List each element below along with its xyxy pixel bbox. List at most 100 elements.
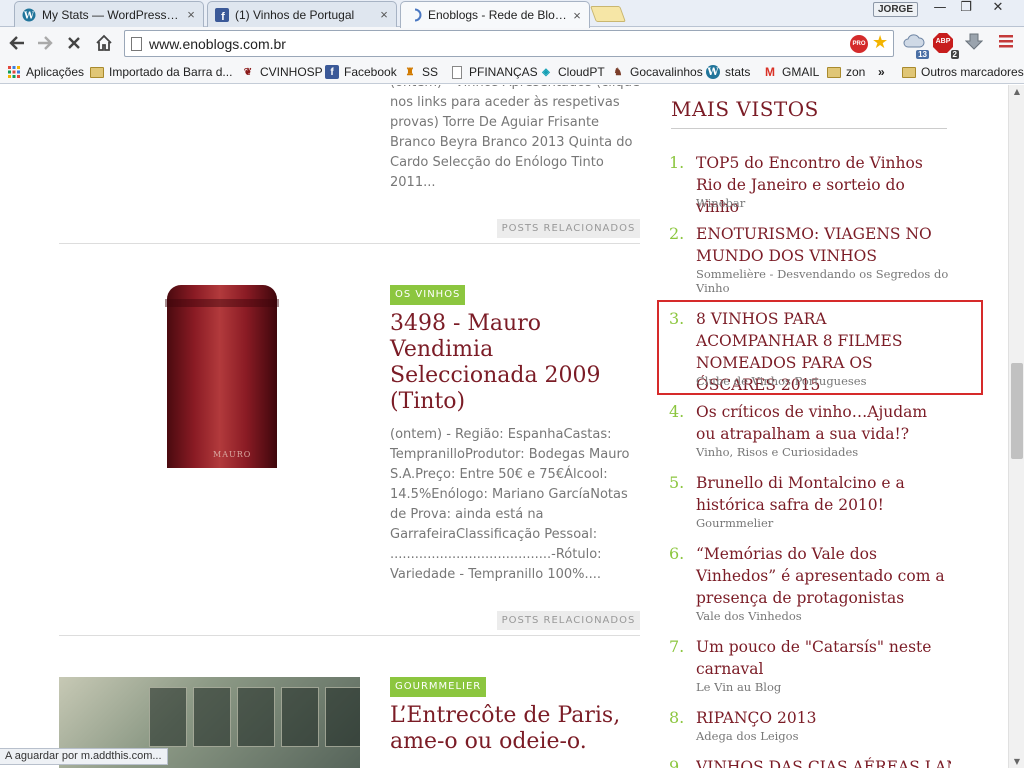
facebook-icon: f — [325, 65, 339, 79]
related-posts-button[interactable]: POSTS RELACIONADOS — [497, 219, 640, 238]
highlight-box — [657, 300, 983, 395]
item-title-link[interactable]: RIPANÇO 2013 — [696, 707, 951, 729]
cloud-icon — [903, 34, 925, 48]
item-title-link[interactable]: “Memórias do Vale dos Vinhedos” é aprese… — [696, 543, 951, 609]
bookmarks-bar: Aplicações Importado da Barra d... ❦ CVI… — [0, 60, 1024, 84]
profile-button[interactable]: JORGE — [873, 2, 918, 17]
gmail-icon: M — [765, 65, 775, 79]
post-title-link[interactable]: 3498 - Mauro Vendimia Seleccionada 2009 … — [390, 311, 640, 415]
home-icon — [96, 34, 112, 51]
stop-button[interactable] — [62, 32, 86, 54]
item-blog-name[interactable]: Sommelière - Desvendando os Segredos do … — [696, 267, 951, 295]
address-bar[interactable]: www.enoblogs.com.br PRO ★ — [124, 30, 894, 57]
bookmark-gocavalinhos[interactable]: ♞ Gocavalinhos — [611, 63, 703, 81]
item-number: 2. — [669, 224, 685, 243]
menu-bars-icon — [999, 35, 1013, 48]
bookmark-label: Facebook — [344, 65, 397, 79]
back-button[interactable] — [5, 32, 29, 54]
wordpress-icon: W — [706, 65, 720, 79]
bookmark-importado[interactable]: Importado da Barra d... — [90, 63, 232, 81]
page-scrollbar[interactable]: ▲ ▼ — [1008, 85, 1024, 768]
scrollbar-thumb[interactable] — [1011, 363, 1023, 459]
post-divider — [59, 243, 640, 244]
post-category-badge[interactable]: GOURMMELIER — [390, 677, 487, 697]
bookmark-stats[interactable]: W stats — [706, 63, 750, 81]
post-title-link[interactable]: L’Entrecôte de Paris, ame-o ou odeie-o. — [390, 703, 640, 755]
page-icon — [131, 37, 142, 51]
item-blog-name[interactable]: Winebar — [696, 196, 951, 210]
new-tab-button[interactable] — [590, 6, 626, 22]
minimize-button[interactable]: — — [927, 0, 953, 18]
bookmark-label: CVINHOSP — [260, 65, 323, 79]
bookmark-cvinhosp[interactable]: ❦ CVINHOSP — [241, 63, 323, 81]
cloudpt-icon: ◈ — [542, 66, 550, 78]
item-title-link[interactable]: Os críticos de vinho…Ajudam ou atrapalha… — [696, 401, 951, 445]
bookmark-facebook[interactable]: f Facebook — [325, 63, 397, 81]
folder-icon — [827, 65, 841, 79]
tab-label: (1) Vinhos de Portugal — [235, 7, 355, 22]
bookmark-pfinancas[interactable]: PFINANÇAS — [450, 63, 538, 81]
pro-extension-icon[interactable]: PRO — [850, 35, 868, 53]
folder-icon — [902, 65, 916, 79]
restore-button[interactable]: ❐ — [953, 0, 979, 18]
status-bubble: A aguardar por m.addthis.com... — [0, 748, 168, 765]
bookmark-star-icon[interactable]: ★ — [872, 32, 888, 53]
most-viewed-rule — [671, 128, 947, 129]
back-arrow-icon — [9, 36, 24, 50]
tab-close-icon[interactable]: × — [185, 7, 197, 22]
weather-badge: 13 — [916, 50, 929, 59]
item-title-link[interactable]: VINHOS DAS CIAS AÉREAS LAN — [696, 756, 951, 768]
forward-arrow-icon — [38, 36, 53, 50]
gocavalinhos-icon: ♞ — [613, 66, 623, 78]
bookmark-gmail[interactable]: M GMAIL — [763, 63, 819, 81]
bookmark-apps[interactable]: Aplicações — [7, 63, 84, 81]
scroll-down-icon[interactable]: ▼ — [1009, 757, 1024, 766]
weather-extension-button[interactable]: 13 — [903, 33, 929, 59]
home-button[interactable] — [92, 32, 116, 54]
bookmark-label: GMAIL — [782, 65, 820, 79]
bookmark-other[interactable]: Outros marcadores — [902, 63, 1024, 81]
bookmark-label: Outros marcadores — [921, 65, 1024, 79]
item-number: 4. — [669, 402, 685, 421]
window-close-button[interactable]: ✕ — [982, 0, 1014, 18]
bookmark-ss[interactable]: ♜ SS — [403, 63, 439, 81]
scroll-up-icon[interactable]: ▲ — [1009, 87, 1024, 96]
tab-enoblogs[interactable]: Enoblogs - Rede de Blogs Un × — [400, 1, 590, 28]
item-title-link[interactable]: ENOTURISMO: VIAGENS NO MUNDO DOS VINHOS — [696, 223, 951, 267]
bookmark-label: Gocavalinhos — [630, 65, 703, 79]
address-url: www.enoblogs.com.br — [149, 36, 286, 52]
page-icon — [450, 65, 464, 79]
item-number: 8. — [669, 708, 685, 727]
adblock-label: ABP — [935, 38, 951, 45]
tab-strip: W My Stats — WordPress.com × f (1) Vinho… — [0, 0, 1024, 28]
download-extension-button[interactable] — [964, 33, 985, 55]
tab-close-icon[interactable]: × — [571, 8, 583, 23]
tab-close-icon[interactable]: × — [378, 7, 390, 22]
adblock-plus-button[interactable]: ABP 2 — [933, 33, 959, 59]
chrome-menu-button[interactable] — [998, 33, 1016, 55]
bookmark-label: CloudPT — [558, 65, 605, 79]
forward-button[interactable] — [33, 32, 57, 54]
bookmark-cloudpt[interactable]: ◈ CloudPT — [539, 63, 605, 81]
item-title-link[interactable]: Brunello di Montalcino e a histórica saf… — [696, 472, 951, 516]
post-thumbnail-wine-bottle[interactable]: MAURO — [125, 285, 320, 468]
download-arrow-icon — [964, 33, 984, 50]
related-posts-button[interactable]: POSTS RELACIONADOS — [497, 611, 640, 630]
wordpress-icon: W — [21, 7, 37, 23]
post-category-badge[interactable]: OS VINHOS — [390, 285, 466, 305]
item-blog-name[interactable]: Vale dos Vinhedos — [696, 609, 951, 623]
item-blog-name[interactable]: Le Vin au Blog — [696, 680, 951, 694]
item-blog-name[interactable]: Adega dos Leigos — [696, 729, 951, 743]
item-blog-name[interactable]: Vinho, Risos e Curiosidades — [696, 445, 951, 459]
bookmarks-overflow-button[interactable]: » — [878, 63, 885, 81]
most-viewed-heading: MAIS VISTOS — [671, 97, 819, 121]
item-blog-name[interactable]: Gourmmelier — [696, 516, 951, 530]
tab-wordpress-stats[interactable]: W My Stats — WordPress.com × — [14, 1, 204, 27]
item-title-link[interactable]: Um pouco de "Catarsís" neste carnaval — [696, 636, 951, 680]
tab-label: My Stats — WordPress.com — [42, 7, 181, 22]
tab-vinhos-de-portugal[interactable]: f (1) Vinhos de Portugal × — [207, 1, 397, 27]
cvinhosp-icon: ❦ — [243, 66, 253, 78]
bookmark-label: Aplicações — [26, 65, 85, 79]
bookmark-label: Importado da Barra d... — [109, 65, 233, 79]
bookmark-zon[interactable]: zon — [827, 63, 865, 81]
